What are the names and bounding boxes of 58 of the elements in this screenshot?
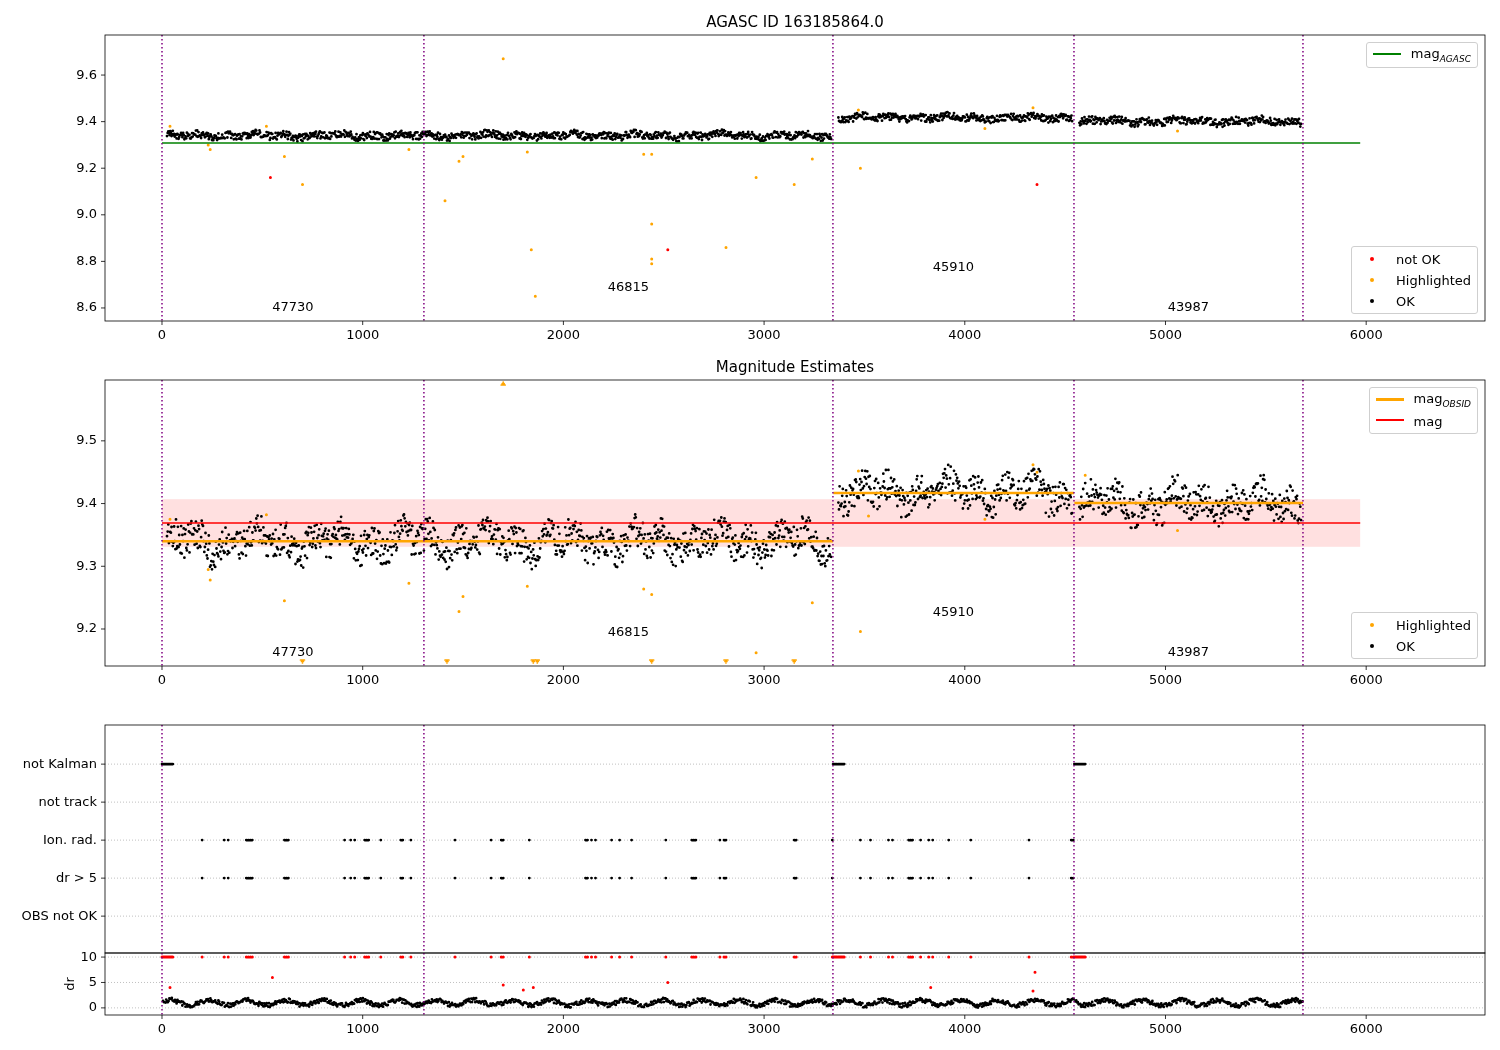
y-tick-label: OBS not OK (21, 907, 97, 923)
legend-label: not OK (1396, 251, 1441, 267)
x-tick-label: 1000 (346, 327, 380, 342)
y-tick-label: 8.6 (76, 299, 97, 315)
legend-label: OK (1396, 293, 1415, 309)
y-tick-label: not Kalman (22, 755, 97, 771)
x-tick-label: 6000 (1349, 672, 1383, 687)
chart-title: Magnitude Estimates (715, 358, 875, 376)
obsid-label: 47730 (272, 298, 314, 314)
x-tick-label: 2000 (546, 672, 580, 687)
y-tick-label: 9.4 (76, 495, 97, 511)
x-tick-label: 1000 (346, 672, 380, 687)
y-axis-label: dr (61, 977, 77, 991)
y-tick-label: 9.4 (76, 113, 97, 129)
y-tick-label: not track (38, 793, 97, 809)
y-tick-label: 0 (88, 999, 97, 1015)
x-tick-label: 5000 (1148, 327, 1183, 342)
y-tick-label: 5 (88, 974, 97, 989)
x-tick-label: 3000 (747, 672, 781, 687)
y-tick-label: 9.3 (76, 557, 97, 573)
y-tick-label: 9.0 (76, 206, 97, 222)
x-tick-label: 4000 (948, 327, 982, 342)
x-tick-label: 0 (157, 672, 167, 687)
obsid-label: 45910 (932, 603, 975, 619)
obsid-label: 43987 (1167, 298, 1210, 314)
x-tick-label: 0 (157, 1021, 167, 1036)
x-tick-label: 2000 (546, 327, 580, 342)
x-tick-label: 3000 (747, 1021, 781, 1036)
x-tick-label: 4000 (948, 1021, 982, 1036)
x-tick-label: 5000 (1148, 672, 1183, 687)
x-tick-label: 0 (157, 327, 167, 342)
legend-label: mag$_{AGASC}$ (1410, 46, 1471, 64)
legend-label: Highlighted (1396, 617, 1471, 633)
x-tick-label: 4000 (948, 672, 982, 687)
y-tick-label: 9.6 (76, 66, 97, 82)
y-tick-label: dr > 5 (55, 869, 97, 885)
y-tick-label: 9.2 (76, 620, 97, 636)
y-tick-label: Ion. rad. (43, 831, 97, 847)
obsid-label: 45910 (932, 258, 975, 274)
x-tick-label: 6000 (1349, 1021, 1383, 1036)
obsid-label: 46815 (607, 278, 650, 294)
chart-title: AGASC ID 163185864.0 (706, 13, 884, 31)
y-tick-label: 10 (80, 948, 97, 964)
x-tick-label: 6000 (1349, 327, 1383, 342)
y-tick-label: 8.8 (76, 252, 97, 268)
x-tick-label: 3000 (747, 327, 781, 342)
x-tick-label: 1000 (346, 1021, 380, 1036)
legend-label: mag$_{OBSID}$ (1413, 391, 1471, 409)
y-tick-label: 9.2 (76, 159, 97, 175)
obsid-label: 47730 (272, 643, 314, 659)
obsid-label: 43987 (1167, 643, 1210, 659)
x-tick-label: 2000 (546, 1021, 580, 1036)
y-tick-label: 9.5 (76, 432, 97, 448)
legend-label: Highlighted (1396, 272, 1471, 288)
obsid-label: 46815 (607, 623, 650, 639)
legend-label: OK (1396, 638, 1415, 654)
legend-label: mag (1413, 413, 1443, 429)
x-tick-label: 5000 (1148, 1021, 1183, 1036)
